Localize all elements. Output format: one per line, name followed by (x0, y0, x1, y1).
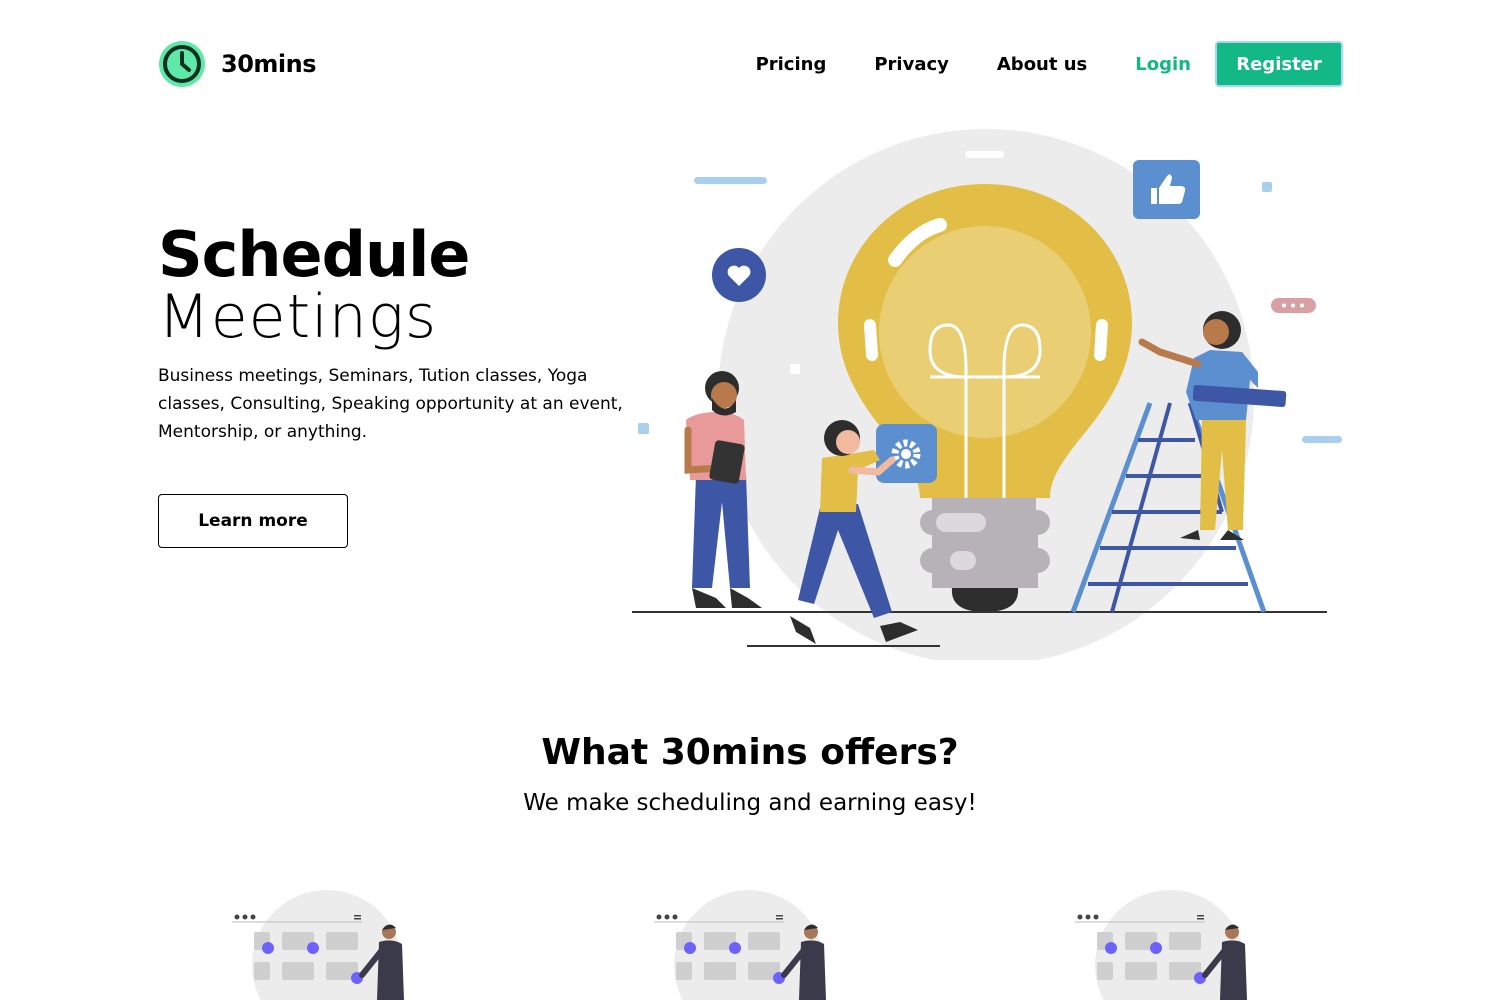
nav-link-pricing[interactable]: Pricing (756, 54, 827, 75)
heart-icon (712, 248, 766, 302)
hero-title: Schedule Meetings (158, 218, 470, 352)
hero-title-light: Meetings (158, 282, 438, 352)
nav-link-privacy[interactable]: Privacy (874, 54, 949, 75)
nav-link-about-us[interactable]: About us (997, 54, 1087, 75)
clock-icon (159, 41, 205, 87)
hero-description: Business meetings, Seminars, Tution clas… (158, 366, 623, 442)
brand-logo[interactable]: 30mins (158, 40, 317, 88)
offer-illustration-2 (654, 890, 826, 1000)
hero-illustration (632, 129, 1342, 660)
thumbs-up-icon (1133, 160, 1200, 219)
offer-illustration-1 (232, 890, 404, 1000)
top-navigation: Pricing Privacy About us Login Register (756, 40, 1343, 88)
register-button[interactable]: Register (1215, 41, 1343, 87)
brand-name: 30mins (221, 50, 317, 78)
login-link[interactable]: Login (1135, 54, 1191, 75)
offer-illustration-3 (1075, 890, 1247, 1000)
hero-title-bold: Schedule (158, 218, 470, 291)
offers-subtitle: We make scheduling and earning easy! (523, 790, 977, 816)
learn-more-button[interactable]: Learn more (158, 494, 348, 548)
offers-title: What 30mins offers? (541, 732, 959, 773)
